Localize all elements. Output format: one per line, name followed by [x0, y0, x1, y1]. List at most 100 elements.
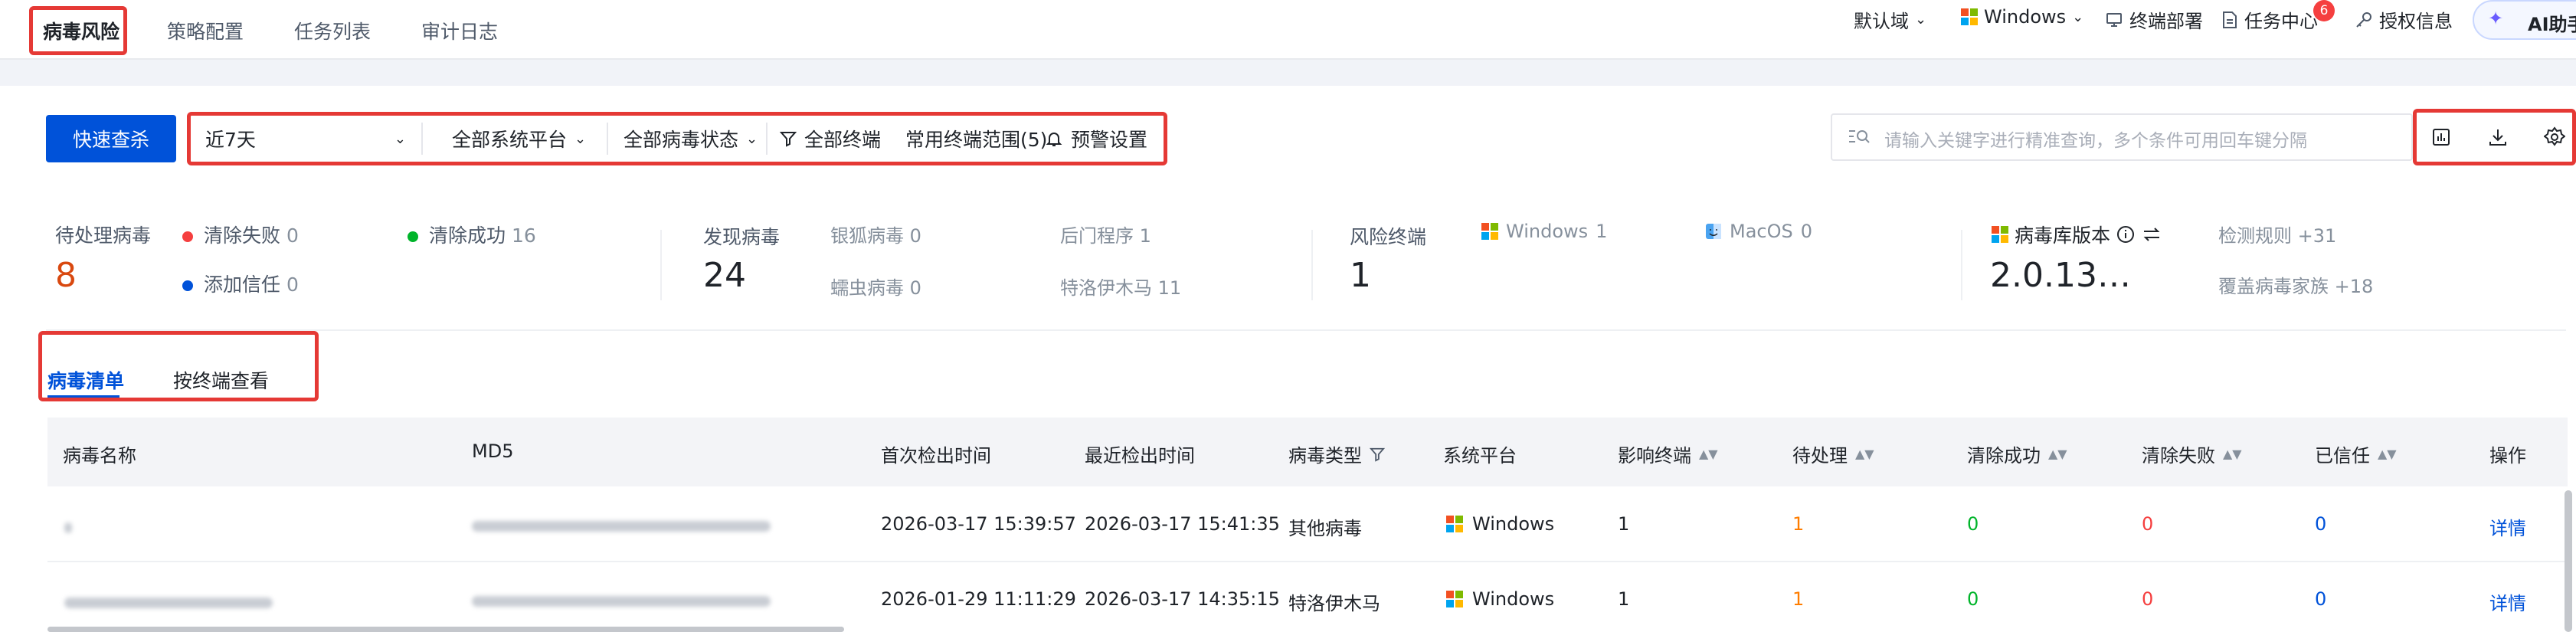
sort-icon[interactable]: ▲▼: [2378, 447, 2397, 461]
detect-rules-count: +31: [2297, 225, 2337, 247]
macos-count: 0: [1800, 221, 1813, 242]
col-affected-terminals[interactable]: 影响终端 ▲▼: [1618, 440, 1718, 467]
db-version-label: 病毒库版本: [2015, 224, 2111, 247]
domain-selector[interactable]: 默认域 ⌄: [1854, 6, 1926, 33]
filter-icon: [780, 132, 797, 147]
domain-label: 默认域: [1854, 11, 1909, 32]
tab-policy-config[interactable]: 策略配置: [167, 17, 244, 44]
windows-label: Windows: [1506, 221, 1589, 242]
chevron-down-icon: ⌄: [2072, 8, 2084, 25]
statistics-button[interactable]: [2417, 113, 2465, 161]
silverfox-stat[interactable]: 银狐病毒 0: [830, 221, 921, 247]
sort-icon[interactable]: ▲▼: [1699, 447, 1718, 461]
divider: [421, 123, 423, 155]
search-list-icon: [1849, 130, 1870, 143]
pending-cell[interactable]: 1: [1792, 513, 1804, 535]
col-clear-failed[interactable]: 清除失败 ▲▼: [2142, 440, 2242, 467]
info-icon[interactable]: [2116, 225, 2135, 244]
divider: [660, 230, 662, 300]
clear-success-stat[interactable]: 清除成功 16: [408, 221, 536, 248]
os-platform-select[interactable]: 全部系统平台 ⌄: [452, 115, 586, 162]
key-icon: [2356, 11, 2371, 28]
alert-settings-button[interactable]: 预警设置: [1045, 115, 1147, 162]
found-virus-count: 24: [703, 256, 746, 295]
trojan-stat[interactable]: 特洛伊木马 11: [1060, 273, 1181, 300]
trusted-stat[interactable]: 添加信任 0: [182, 270, 299, 297]
pending-cell[interactable]: 1: [1792, 588, 1804, 610]
os-platform-value: Windows: [1472, 513, 1555, 535]
blue-dot-icon: [182, 280, 193, 291]
windows-terminal-stat[interactable]: Windows 1: [1481, 221, 1607, 242]
row-divider: [47, 561, 2568, 562]
settings-button[interactable]: [2531, 113, 2576, 161]
failed-cell[interactable]: 0: [2142, 588, 2153, 610]
col-failed-label: 清除失败: [2142, 445, 2215, 467]
col-last-detected: 最近检出时间: [1085, 445, 1195, 467]
col-clear-success[interactable]: 清除成功 ▲▼: [1967, 440, 2067, 467]
sort-icon[interactable]: ▲▼: [2048, 447, 2067, 461]
vertical-scrollbar[interactable]: [2565, 490, 2572, 632]
windows-count: 1: [1596, 221, 1608, 242]
macos-terminal-stat[interactable]: MacOS 0: [1705, 221, 1812, 242]
windows-logo-icon: [1446, 591, 1463, 607]
success-cell[interactable]: 0: [1967, 588, 1979, 610]
common-scope-button[interactable]: 常用终端范围(5): [905, 115, 1047, 162]
worm-stat[interactable]: 蠕虫病毒 0: [830, 273, 921, 300]
clear-failed-label: 清除失败: [204, 224, 281, 247]
col-trusted[interactable]: 已信任 ▲▼: [2315, 440, 2397, 467]
first-detected-cell: 2026-03-17 15:39:57: [881, 513, 1076, 535]
col-pending[interactable]: 待处理 ▲▼: [1792, 440, 1874, 467]
gear-icon: [2544, 126, 2565, 146]
windows-logo-icon: [1481, 223, 1498, 240]
red-dot-icon: [182, 231, 193, 242]
ai-sparkle-icon: ✦: [2488, 8, 2504, 29]
switch-icon[interactable]: [2141, 225, 2162, 244]
clear-success-label: 清除成功: [429, 224, 506, 247]
ai-assistant-button[interactable]: ✦ AI助手: [2473, 0, 2576, 40]
detail-link[interactable]: 详情: [2489, 588, 2526, 615]
horizontal-scrollbar[interactable]: [47, 627, 844, 632]
time-range-select[interactable]: 近7天 ⌄: [205, 115, 406, 162]
sort-icon[interactable]: ▲▼: [1855, 447, 1874, 461]
success-cell[interactable]: 0: [1967, 513, 1979, 535]
search-input[interactable]: 请输入关键字进行精准查询，多个条件可用回车键分隔: [1831, 113, 2413, 161]
macos-finder-icon: [1706, 224, 1721, 239]
col-pending-label: 待处理: [1792, 445, 1848, 467]
col-virus-name: 病毒名称: [63, 445, 136, 467]
tab-by-terminal[interactable]: 按终端查看: [173, 366, 269, 394]
tab-virus-list[interactable]: 病毒清单: [47, 366, 124, 394]
license-info-link[interactable]: 授权信息: [2355, 6, 2453, 33]
trusted-label: 添加信任: [204, 273, 281, 296]
filter-icon[interactable]: [1370, 447, 1385, 462]
trusted-cell[interactable]: 0: [2315, 588, 2326, 610]
col-virus-type[interactable]: 病毒类型: [1288, 440, 1385, 467]
clear-failed-stat[interactable]: 清除失败 0: [182, 221, 299, 248]
virus-status-select[interactable]: 全部病毒状态 ⌄: [624, 115, 758, 162]
terminal-deploy-link[interactable]: 终端部署: [2105, 6, 2203, 33]
tab-virus-risk[interactable]: 病毒风险: [43, 17, 119, 44]
download-button[interactable]: [2474, 113, 2522, 161]
task-count-badge: 6: [2313, 0, 2335, 21]
md5-redacted: [472, 596, 771, 607]
all-terminals-filter[interactable]: 全部终端: [780, 115, 881, 162]
main-content-card: [0, 86, 2576, 632]
db-version-value: 2.0.13…: [1990, 256, 2131, 295]
failed-cell[interactable]: 0: [2142, 513, 2153, 535]
monitor-icon: [2106, 12, 2122, 27]
clear-failed-count: 0: [286, 224, 299, 247]
platform-selector[interactable]: Windows ⌄: [1961, 6, 2083, 28]
trusted-cell[interactable]: 0: [2315, 513, 2326, 535]
col-success-label: 清除成功: [1967, 445, 2041, 467]
task-center-link[interactable]: 任务中心: [2221, 6, 2318, 33]
col-trusted-label: 已信任: [2315, 445, 2370, 467]
detail-link[interactable]: 详情: [2489, 513, 2526, 540]
col-actions: 操作: [2489, 445, 2526, 467]
os-platform-cell: Windows: [1446, 513, 1554, 535]
virus-type-cell: 其他病毒: [1288, 518, 1362, 539]
quick-check-button[interactable]: 快速查杀: [46, 115, 176, 162]
tab-task-list[interactable]: 任务列表: [294, 17, 371, 44]
backdoor-stat[interactable]: 后门程序 1: [1060, 221, 1151, 247]
sort-icon[interactable]: ▲▼: [2223, 447, 2242, 461]
trojan-label: 特洛伊木马: [1060, 277, 1152, 299]
tab-audit-log[interactable]: 审计日志: [421, 17, 498, 44]
